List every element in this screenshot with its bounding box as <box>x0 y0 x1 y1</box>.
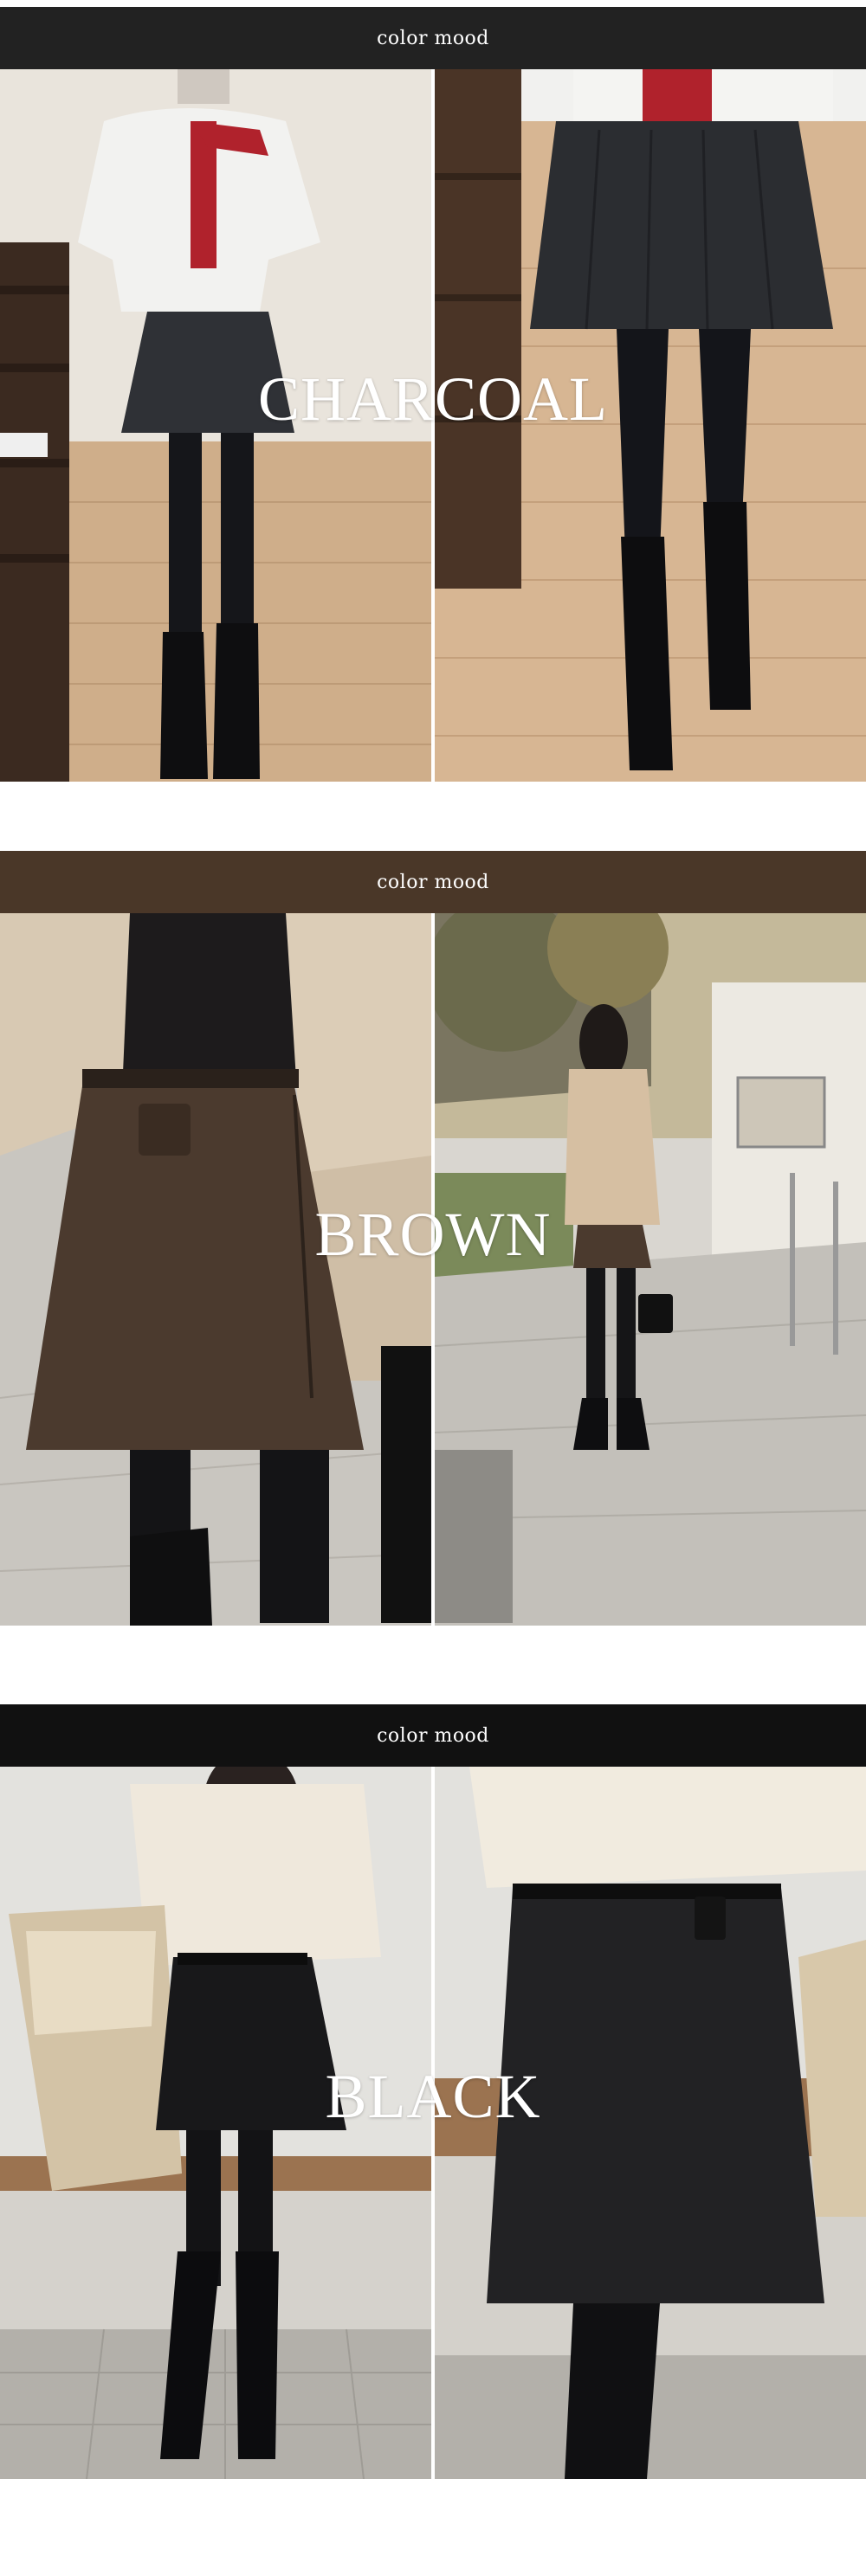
color-name-title: CHARCOAL <box>257 364 609 434</box>
photo-pair: BLACK <box>0 1767 866 2479</box>
color-mood-bar: color mood <box>0 7 866 69</box>
photo-pair: BROWN <box>0 913 866 1626</box>
color-mood-label: color mood <box>377 1724 489 1747</box>
color-mood-bar: color mood <box>0 851 866 913</box>
color-mood-bar: color mood <box>0 1704 866 1767</box>
photo-pair: CHARCOAL <box>0 69 866 782</box>
color-mood-label: color mood <box>377 871 489 893</box>
color-mood-label: color mood <box>377 27 489 49</box>
color-name-title: BROWN <box>314 1200 552 1269</box>
color-name-title: BLACK <box>325 2062 541 2131</box>
